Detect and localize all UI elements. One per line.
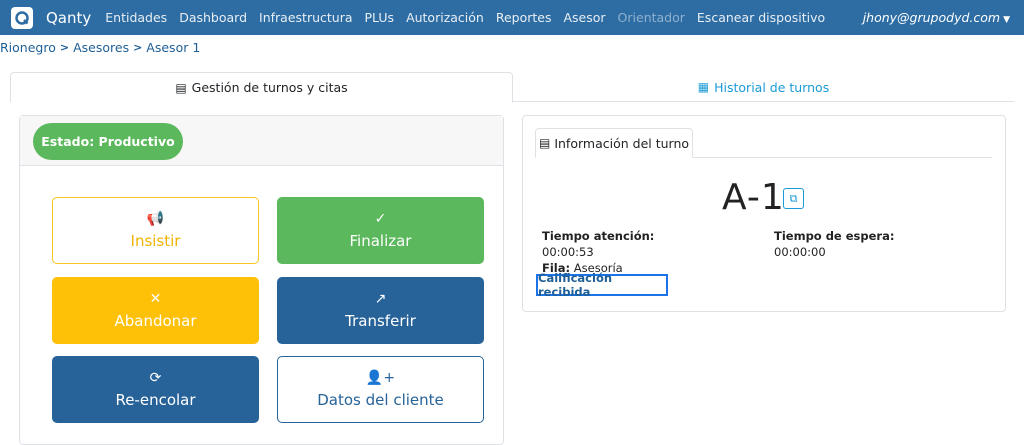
tab-gestion-turnos[interactable]: ▤ Gestión de turnos y citas <box>10 72 513 103</box>
ticket-number: A-1 <box>722 177 785 218</box>
nav-item-reportes[interactable]: Reportes <box>496 10 552 25</box>
nav-item-asesor[interactable]: Asesor <box>563 10 605 25</box>
insistir-button[interactable]: 📢 Insistir <box>52 197 259 264</box>
calificacion-recibida[interactable]: Calificación recibida <box>536 271 668 299</box>
breadcrumb-item-rionegro[interactable]: Rionegro <box>0 40 56 55</box>
copy-icon[interactable]: ⧉ <box>783 188 804 209</box>
share-icon: ↗ <box>374 290 387 307</box>
insistir-label: Insistir <box>130 231 181 250</box>
user-menu[interactable]: jhony@grupodyd.com ▼ <box>863 10 1010 25</box>
tab-gestion-label: Gestión de turnos y citas <box>191 80 348 95</box>
table-icon: ▦ <box>697 80 710 94</box>
chevron-right-icon: > <box>59 40 70 54</box>
user-plus-icon: 👤+ <box>365 369 396 386</box>
nav-item-autorizacion[interactable]: Autorización <box>406 10 484 25</box>
nav-item-entidades[interactable]: Entidades <box>105 10 167 25</box>
top-navbar: Qanty Entidades Dashboard Infraestructur… <box>0 0 1024 35</box>
nav-item-plus[interactable]: PLUs <box>365 10 395 25</box>
megaphone-icon: 📢 <box>146 210 165 227</box>
tiempo-espera-value: 00:00:00 <box>774 245 826 259</box>
document-icon: ▤ <box>538 136 551 150</box>
info-tab-label: Información del turno <box>554 135 690 151</box>
user-email: jhony@grupodyd.com <box>862 10 1001 25</box>
nav-item-escanear-dispositivo[interactable]: Escanear dispositivo <box>697 10 825 25</box>
status-button[interactable]: Estado: Productivo <box>33 123 183 160</box>
nav-item-infraestructura[interactable]: Infraestructura <box>259 10 352 25</box>
tab-historial-turnos[interactable]: ▦ Historial de turnos <box>513 72 1014 102</box>
abandonar-label: Abandonar <box>114 311 197 330</box>
tiempo-atencion-label: Tiempo atención: <box>542 229 655 243</box>
nav-item-dashboard[interactable]: Dashboard <box>179 10 247 25</box>
tiempo-atencion-value: 00:00:53 <box>542 245 594 259</box>
times-icon: ✕ <box>149 290 162 307</box>
breadcrumb-item-asesores[interactable]: Asesores <box>73 40 129 55</box>
sync-icon: ⟳ <box>149 369 162 386</box>
abandonar-button[interactable]: ✕ Abandonar <box>52 277 259 344</box>
breadcrumb: Rionegro > Asesores > Asesor 1 <box>0 37 200 57</box>
caret-down-icon: ▼ <box>1003 15 1010 25</box>
actions-card-header: Estado: Productivo <box>20 116 503 166</box>
transferir-label: Transferir <box>345 311 416 330</box>
breadcrumb-item-asesor[interactable]: Asesor 1 <box>146 40 200 55</box>
tab-informacion-turno[interactable]: ▤ Información del turno <box>535 128 693 158</box>
reencolar-label: Re-encolar <box>115 390 196 409</box>
datos-cliente-label: Datos del cliente <box>317 390 444 409</box>
reencolar-button[interactable]: ⟳ Re-encolar <box>52 356 259 423</box>
document-icon: ▤ <box>175 80 187 95</box>
finalizar-button[interactable]: ✓ Finalizar <box>277 197 484 264</box>
tiempo-espera-label: Tiempo de espera: <box>774 229 895 243</box>
tab-historial-label: Historial de turnos <box>714 79 830 95</box>
main-tabs: ▤ Gestión de turnos y citas ▦ Historial … <box>10 72 1014 103</box>
chevron-right-icon: > <box>133 40 143 54</box>
finalizar-label: Finalizar <box>349 231 412 250</box>
qanty-logo-icon[interactable] <box>11 6 33 29</box>
nav-item-orientador: Orientador <box>617 10 685 25</box>
transferir-button[interactable]: ↗ Transferir <box>277 277 484 344</box>
brand-name[interactable]: Qanty <box>46 9 91 27</box>
datos-cliente-button[interactable]: 👤+ Datos del cliente <box>277 356 484 423</box>
check-icon: ✓ <box>374 210 387 227</box>
